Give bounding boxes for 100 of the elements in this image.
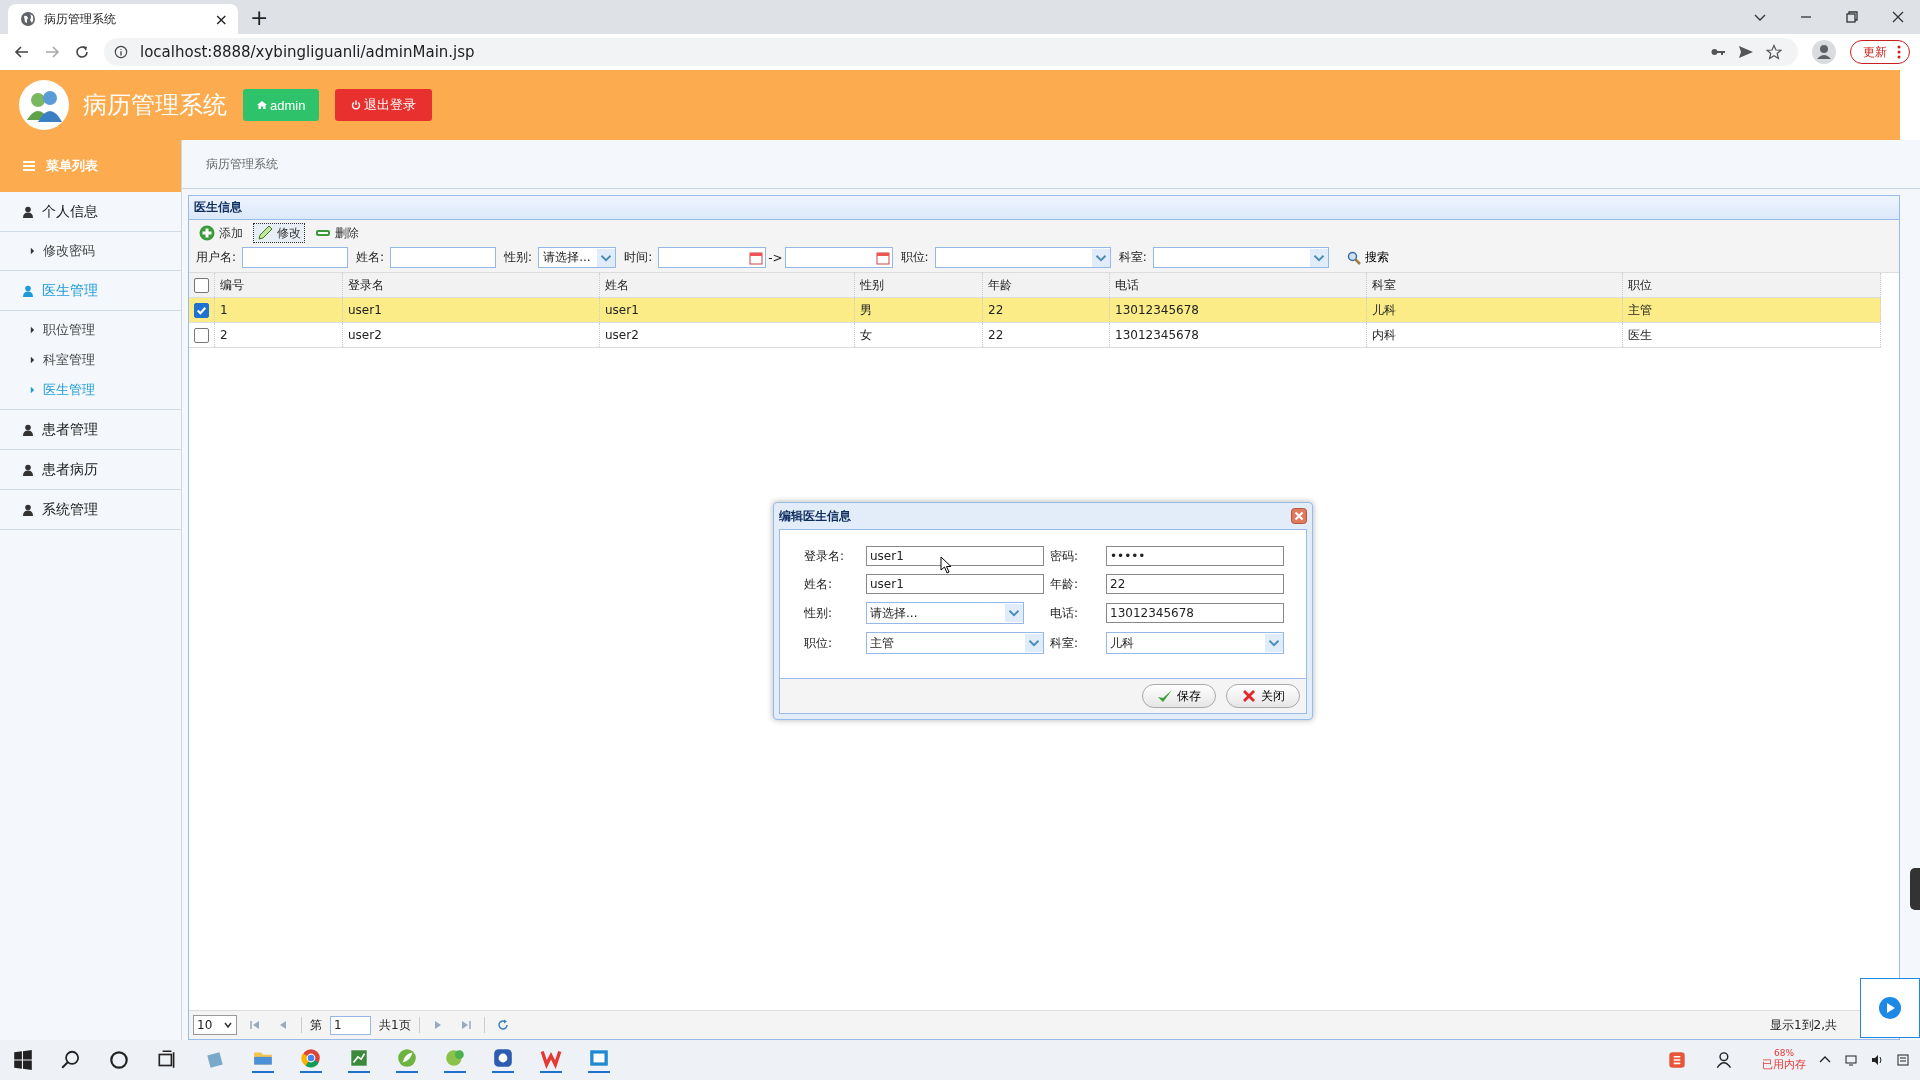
date-field[interactable] <box>784 247 893 268</box>
search-icon[interactable] <box>60 1049 82 1071</box>
table-cell: 儿科 <box>1367 298 1623 322</box>
close-tab-button[interactable]: × <box>214 9 228 29</box>
close-button[interactable]: 关闭 <box>1226 684 1300 708</box>
column-header[interactable]: 姓名 <box>600 273 855 297</box>
sidebar-group[interactable]: 患者病历 <box>0 450 181 490</box>
camera-app-icon[interactable] <box>492 1047 514 1073</box>
new-tab-button[interactable]: + <box>250 5 269 30</box>
input-field[interactable]: 13012345678 <box>1106 603 1284 623</box>
dropdown-icon[interactable] <box>1309 248 1328 267</box>
notification-icon[interactable] <box>1896 1053 1910 1067</box>
table-row[interactable]: 1 user1 user1 男 22 13012345678 儿科 主管 <box>189 298 1881 323</box>
forward-icon[interactable] <box>44 44 60 60</box>
person-icon <box>22 463 34 476</box>
update-button[interactable]: 更新 <box>1850 40 1910 64</box>
total-pages: 共1页 <box>379 1016 411 1034</box>
speaker-icon[interactable] <box>1870 1053 1884 1067</box>
side-handle[interactable] <box>1910 868 1920 910</box>
column-header[interactable]: 科室 <box>1367 273 1623 297</box>
input-field[interactable]: ••••• <box>1106 546 1284 566</box>
filter-select[interactable]: 请选择... <box>538 247 617 268</box>
save-button[interactable]: 保存 <box>1142 684 1216 708</box>
calendar-icon[interactable] <box>749 250 764 265</box>
address-field[interactable]: localhost:8888/xybingliguanli/adminMain.jsp <box>104 38 1798 66</box>
input-field[interactable]: user1 <box>866 546 1044 566</box>
logout-button[interactable]: 退出登录 <box>335 89 433 121</box>
sidebar-group[interactable]: 患者管理 <box>0 410 181 450</box>
profile-icon[interactable] <box>1812 40 1836 64</box>
chart-app-icon[interactable] <box>348 1047 370 1073</box>
page-size-select[interactable]: 10 <box>193 1015 237 1035</box>
table-cell: 女 <box>855 323 983 347</box>
browser-tab[interactable]: 病历管理系统 × <box>8 4 238 34</box>
column-header[interactable]: 性别 <box>855 273 983 297</box>
filter-label: 职位: <box>900 249 929 266</box>
restore-icon[interactable] <box>1844 9 1860 25</box>
date-field[interactable] <box>658 247 767 268</box>
table-cell: user1 <box>343 298 600 322</box>
windows-start-icon[interactable] <box>12 1049 34 1071</box>
filter-input[interactable] <box>390 247 497 268</box>
floating-widget[interactable] <box>1860 978 1920 1038</box>
field-label: 职位: <box>804 634 834 652</box>
select-all-checkbox[interactable] <box>194 277 209 293</box>
input-field[interactable]: 22 <box>1106 574 1284 594</box>
input-method-icon[interactable] <box>1666 1049 1688 1071</box>
field-label: 性别: <box>804 604 834 622</box>
table-row[interactable]: 2 user2 user2 女 22 13012345678 内科 医生 <box>189 323 1881 348</box>
refresh-icon[interactable] <box>496 1019 509 1031</box>
toolbar-button[interactable]: 添加 <box>195 223 247 243</box>
video-app-icon[interactable] <box>588 1047 610 1073</box>
page-input[interactable]: 1 <box>330 1015 371 1035</box>
mouse-cursor-icon <box>940 556 952 574</box>
field-label: 电话: <box>1050 604 1080 622</box>
search-button[interactable]: 搜索 <box>1340 248 1395 267</box>
filter-input[interactable] <box>242 247 349 268</box>
dropdown-icon[interactable] <box>1005 604 1023 622</box>
sidebar-item[interactable]: 修改密码 <box>0 236 181 266</box>
play-icon <box>1878 996 1902 1020</box>
send-icon[interactable] <box>1738 44 1754 60</box>
star-icon[interactable] <box>1766 44 1782 60</box>
menu-title: 菜单列表 <box>46 157 98 175</box>
select-field[interactable]: 主管 <box>866 632 1044 654</box>
cortana-icon[interactable] <box>108 1049 130 1071</box>
chrome-icon[interactable] <box>300 1047 322 1073</box>
column-header[interactable]: 年龄 <box>983 273 1110 297</box>
row-checkbox[interactable] <box>194 327 209 343</box>
input-field[interactable]: user1 <box>866 574 1044 594</box>
range-separator: -> <box>768 250 783 265</box>
reload-icon[interactable] <box>74 44 90 60</box>
toolbar-button[interactable]: 修改 <box>253 223 305 243</box>
dropdown-icon[interactable] <box>597 248 616 267</box>
table-cell: 内科 <box>1367 323 1623 347</box>
table-cell: 22 <box>983 323 1110 347</box>
column-header[interactable]: 职位 <box>1623 273 1881 297</box>
select-field[interactable]: 儿科 <box>1106 632 1284 654</box>
toolbar-button[interactable]: 删除 <box>311 223 363 243</box>
network-icon[interactable] <box>1844 1053 1858 1067</box>
checkmark-icon <box>1157 688 1173 704</box>
field-label: 年龄: <box>1050 575 1080 593</box>
select-field[interactable]: 请选择... <box>866 602 1024 624</box>
field-label: 科室: <box>1050 634 1080 652</box>
column-header[interactable]: 电话 <box>1110 273 1367 297</box>
sidebar-group[interactable]: 个人信息 <box>0 192 181 232</box>
close-icon[interactable] <box>1890 9 1906 25</box>
calendar-icon[interactable] <box>875 250 890 265</box>
back-icon[interactable] <box>14 44 30 60</box>
table-cell: 主管 <box>1623 298 1881 322</box>
dropdown-icon[interactable] <box>1025 634 1043 652</box>
more-icon <box>1897 45 1901 59</box>
sidebar-item[interactable]: 职位管理 <box>0 315 181 345</box>
column-header[interactable]: 登录名 <box>343 273 600 297</box>
sidebar-item[interactable]: 科室管理 <box>0 345 181 375</box>
dropdown-icon[interactable] <box>1265 634 1283 652</box>
column-header[interactable]: 编号 <box>215 273 343 297</box>
dropdown-icon[interactable] <box>1091 248 1110 267</box>
table-cell: 13012345678 <box>1110 298 1367 322</box>
breadcrumb: 病历管理系统 <box>206 155 278 173</box>
row-checkbox[interactable] <box>194 302 209 318</box>
sidebar-group[interactable]: 系统管理 <box>0 490 181 530</box>
close-icon[interactable] <box>1291 508 1307 524</box>
